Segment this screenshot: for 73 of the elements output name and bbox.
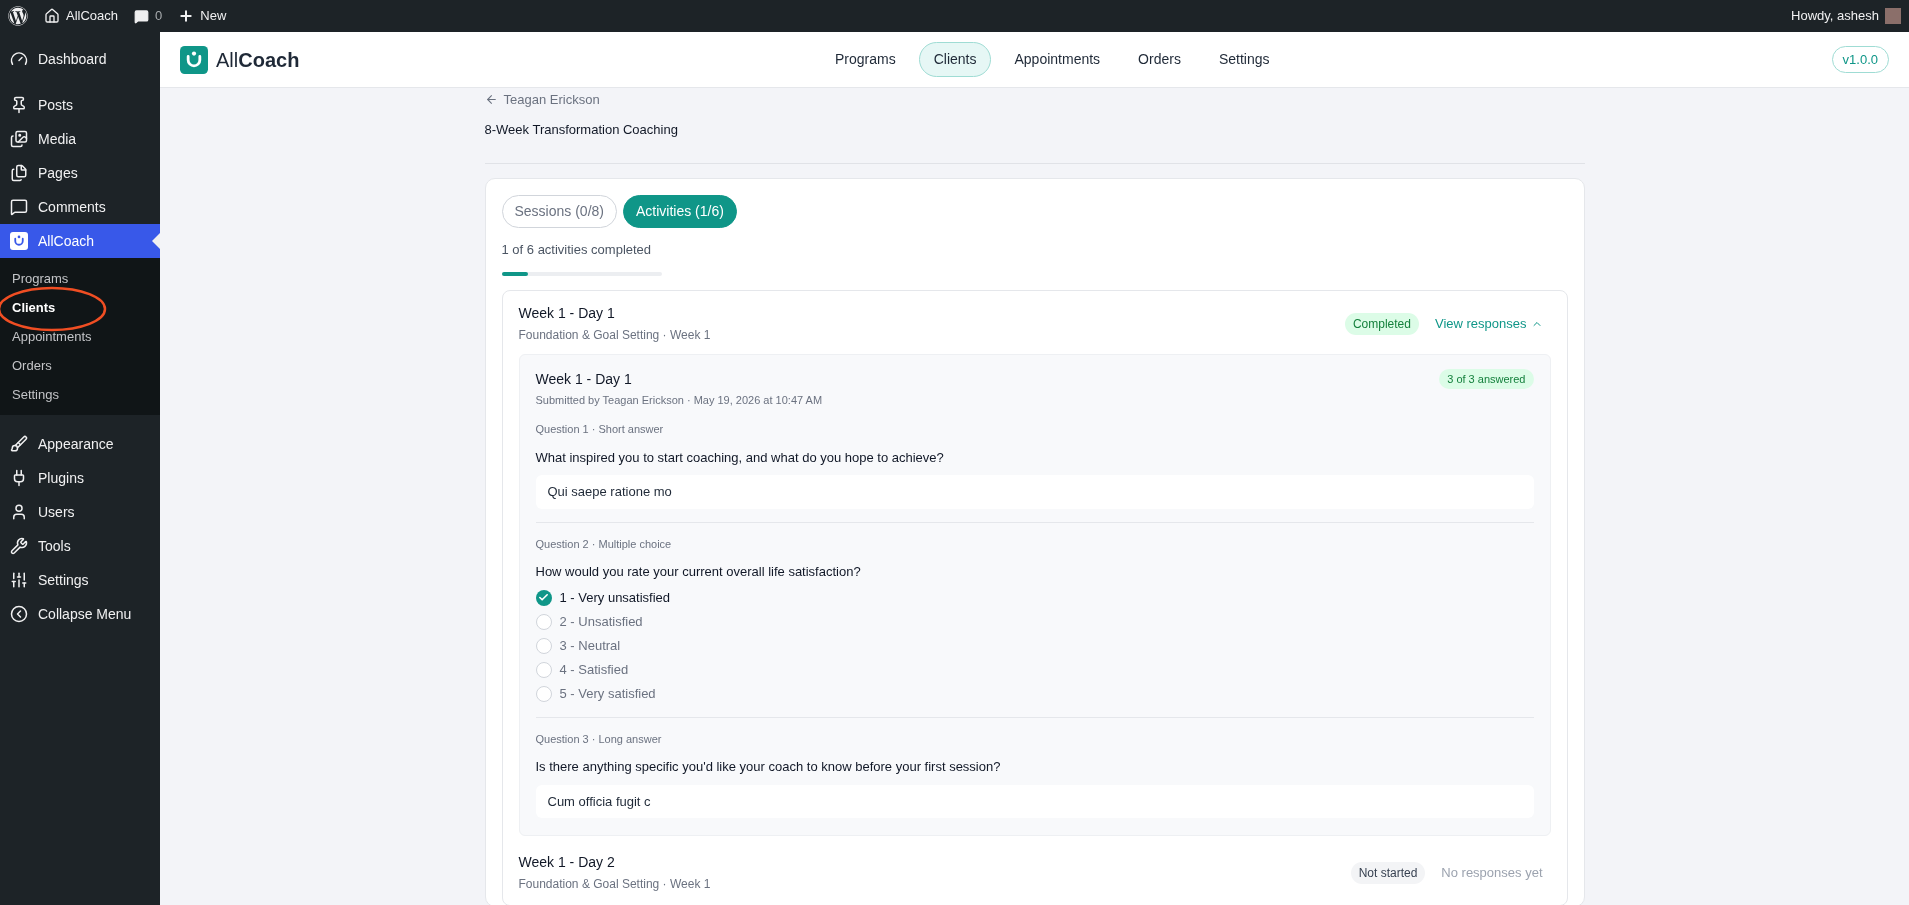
status-pill: Not started [1350, 862, 1426, 884]
menu-item[interactable]: Users [0, 495, 160, 529]
option-label: 2 - Unsatisfied [559, 612, 643, 631]
menu-item[interactable]: Comments [0, 190, 160, 224]
tab[interactable]: Activities (1/6) [623, 195, 737, 228]
left-arrow-circle-icon [10, 605, 28, 623]
view-responses-link[interactable]: View responses [1434, 313, 1551, 334]
nav-tab[interactable]: Programs [820, 42, 911, 77]
question-label: Question 2 · Multiple choice [535, 536, 673, 552]
nav-tab[interactable]: Settings [1203, 42, 1285, 77]
submitted-text: Submitted by Teagan Erickson · May 19, 2026 at 10:47 AM [535, 392, 823, 408]
wordpress-logo-icon [8, 6, 28, 26]
menu-item[interactable]: AllCoach [0, 224, 160, 258]
left-arrow-icon [484, 93, 498, 107]
submenu-item[interactable]: Appointments [0, 322, 160, 351]
question-text: How would you rate your current overall life satisfaction? [535, 563, 862, 581]
status-pill: Completed [1344, 312, 1419, 335]
menu-item[interactable]: Plugins [0, 461, 160, 495]
active-pointer-icon [152, 233, 160, 249]
back-link[interactable]: Teagan Erickson [484, 90, 600, 110]
activity-title: Week 1 - Day 1 [518, 303, 616, 323]
answer-box: Cum officia fugit c [535, 784, 1534, 818]
submenu-item[interactable]: Orders [0, 351, 160, 380]
menu-item[interactable]: Settings [0, 563, 160, 597]
activity-subtitle: Foundation & Goal Setting · Week 1 [518, 876, 711, 893]
answered-pill: 3 of 3 answered [1439, 368, 1534, 389]
images-icon [10, 130, 28, 148]
nav-tab[interactable]: Appointments [999, 42, 1116, 77]
menu-item[interactable]: Tools [0, 529, 160, 563]
menu-item[interactable]: Posts [0, 88, 160, 122]
submenu-item[interactable]: Programs [0, 264, 160, 293]
submenu-item[interactable]: Settings [0, 380, 160, 409]
option-label: 5 - Very satisfied [559, 684, 656, 703]
site-link[interactable]: AllCoach [66, 6, 119, 26]
wrench-icon [10, 537, 28, 555]
menu-item[interactable]: Collapse Menu [0, 597, 160, 631]
nav-tab[interactable]: Clients [918, 42, 992, 77]
greeting-link[interactable]: Howdy, ashesh [1791, 6, 1879, 26]
pin-icon [10, 96, 28, 114]
progress-text: 1 of 6 activities completed [501, 241, 653, 259]
option-label: 1 - Very unsatisfied [559, 588, 671, 607]
menu-item[interactable]: Pages [0, 156, 160, 190]
menu-item[interactable]: Appearance [0, 427, 160, 461]
cup-logo-icon [10, 232, 28, 250]
question-label: Question 1 · Short answer [535, 422, 665, 437]
speech-bubble-icon [134, 8, 150, 24]
activity-subtitle: Foundation & Goal Setting · Week 1 [518, 326, 711, 344]
nav-tab[interactable]: Orders [1123, 42, 1196, 77]
menu-item[interactable]: Dashboard [0, 42, 160, 76]
avatar-placeholder [1885, 8, 1901, 24]
submenu-item[interactable]: Clients [0, 293, 160, 322]
response-title: Week 1 - Day 1 [535, 369, 633, 389]
comment-count[interactable]: 0 [155, 6, 163, 26]
program-title: 8-Week Transformation Coaching [484, 120, 679, 139]
answer-box: Qui saepe ratione mo [535, 475, 1534, 509]
option-label: 3 - Neutral [559, 636, 621, 655]
pages-icon [10, 164, 28, 182]
no-responses-text: No responses yet [1441, 864, 1544, 883]
option-label: 4 - Satisfied [559, 660, 629, 679]
question-label: Question 3 · Long answer [535, 731, 663, 747]
cup-logo-icon [180, 45, 208, 74]
question-text: Is there anything specific you'd like your coach to know before your first session? [535, 758, 1002, 776]
new-link[interactable]: New [200, 6, 227, 26]
gauge-icon [10, 50, 28, 68]
menu-item[interactable]: Media [0, 122, 160, 156]
question-text: What inspired you to start coaching, and what do you hope to achieve? [535, 448, 945, 467]
brand-name: AllCoach [216, 47, 300, 73]
sliders-icon [10, 571, 28, 589]
activity-title: Week 1 - Day 2 [518, 853, 616, 872]
speech-bubble-icon [10, 198, 28, 216]
person-icon [10, 503, 28, 521]
house-icon [44, 8, 60, 24]
brush-icon [10, 435, 28, 453]
